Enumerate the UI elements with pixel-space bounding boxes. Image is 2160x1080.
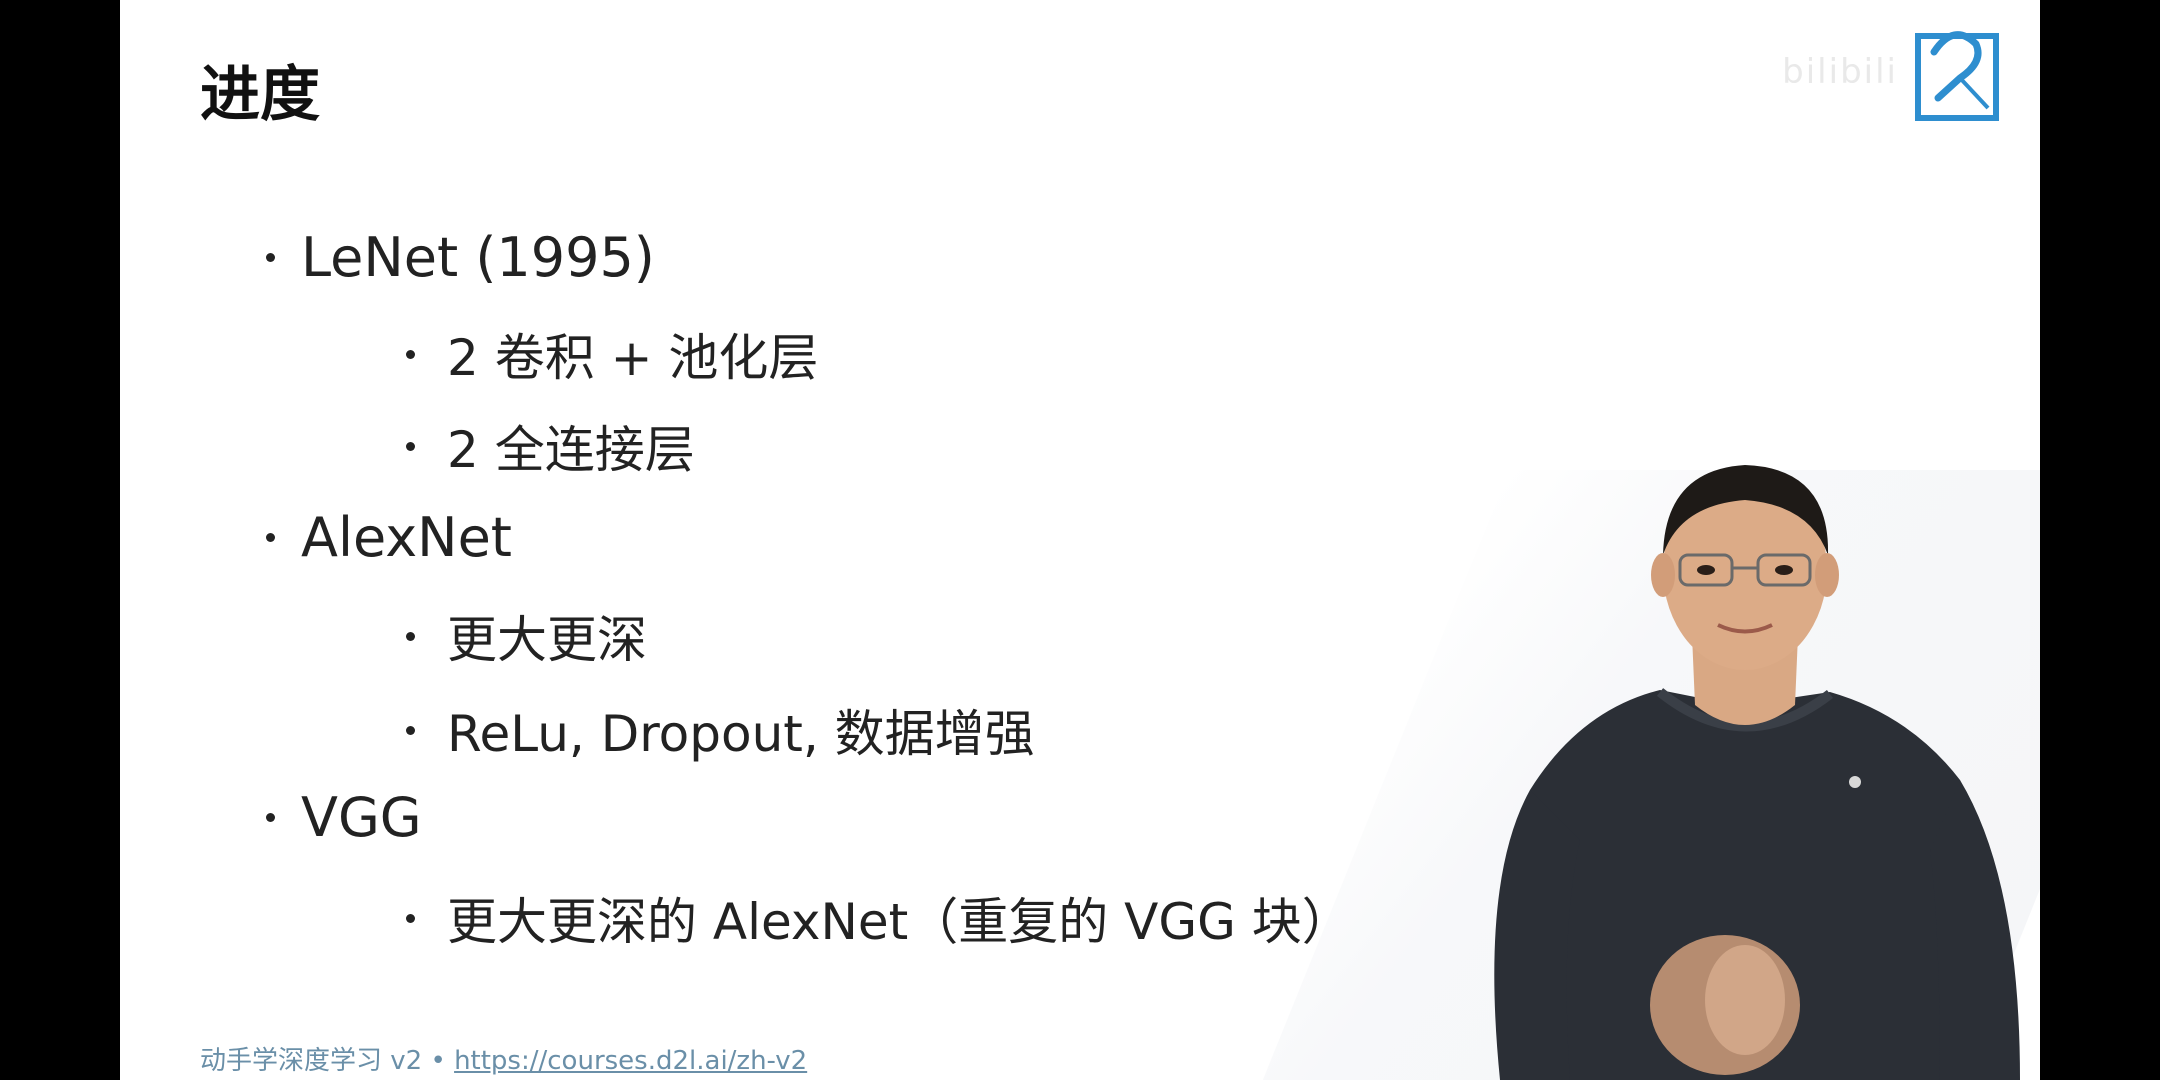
bullet-lenet: LeNet (1995) <box>266 226 655 289</box>
bullet-text: AlexNet <box>301 506 512 569</box>
watermark-text: bilibili <box>1782 52 1898 92</box>
bullet-lenet-fc: 2 全连接层 <box>406 410 695 482</box>
bullet-alexnet-relu: ReLu, Dropout, 数据增强 <box>406 694 1035 766</box>
bilibili-logo-icon <box>1915 31 1999 121</box>
bullet-dot <box>406 913 415 923</box>
slide: 进度 bilibili LeNet (1995) 2 卷积 + 池化层 2 全连… <box>120 0 2040 1080</box>
bullet-text: LeNet (1995) <box>301 226 655 289</box>
footer: 动手学深度学习 v2 • https://courses.d2l.ai/zh-v… <box>200 1040 807 1077</box>
bullet-dot <box>266 813 275 822</box>
bullet-text: 2 全连接层 <box>447 421 695 479</box>
bullet-text: VGG <box>301 786 422 849</box>
bullet-vgg-blocks: 更大更深的 AlexNet（重复的 VGG 块） <box>406 882 1352 954</box>
bullet-dot <box>266 253 275 262</box>
presenter-video <box>1494 465 2020 1080</box>
bullet-text: 2 卷积 + 池化层 <box>447 329 819 387</box>
bullet-dot <box>406 441 415 451</box>
bullet-dot <box>266 533 275 542</box>
footer-course: 动手学深度学习 v2 • <box>200 1046 455 1076</box>
bullet-dot <box>406 631 415 641</box>
bullet-dot <box>406 349 415 359</box>
letterbox-left <box>0 0 120 1080</box>
bullet-text: 更大更深 <box>447 611 647 669</box>
bullet-dot <box>406 725 415 735</box>
course-link[interactable]: https://courses.d2l.ai/zh-v2 <box>454 1046 807 1076</box>
bullet-vgg: VGG <box>266 786 422 849</box>
slide-title: 进度 <box>200 60 320 130</box>
watermark-logo: bilibili <box>1782 22 2000 122</box>
letterbox-right <box>2040 0 2160 1080</box>
bullet-lenet-conv: 2 卷积 + 池化层 <box>406 318 818 390</box>
bullet-alexnet-deeper: 更大更深 <box>406 600 647 672</box>
bullet-alexnet: AlexNet <box>266 506 512 569</box>
bullet-text: ReLu, Dropout, 数据增强 <box>447 705 1035 763</box>
bullet-text: 更大更深的 AlexNet（重复的 VGG 块） <box>447 893 1352 951</box>
